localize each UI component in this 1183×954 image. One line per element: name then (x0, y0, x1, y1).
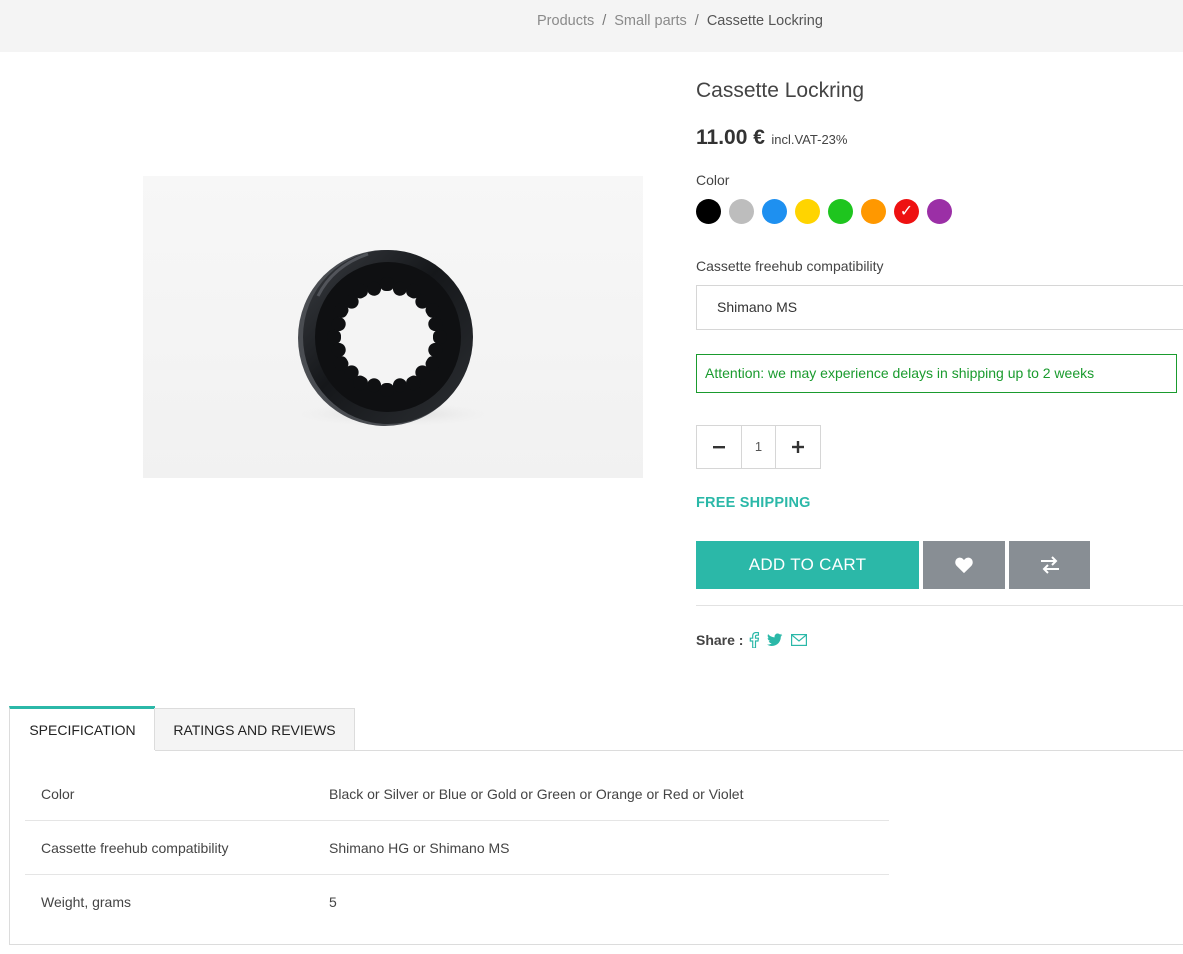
free-shipping-label: FREE SHIPPING (696, 495, 811, 511)
breadcrumb-separator: / (602, 13, 607, 29)
compat-select[interactable]: Shimano MS (696, 285, 1183, 330)
breadcrumb-link-small-parts[interactable]: Small parts (614, 13, 687, 29)
color-label: Color (696, 172, 730, 188)
spec-key: Cassette freehub compatibility (41, 839, 229, 856)
plus-icon[interactable] (776, 426, 820, 468)
quantity-input[interactable]: 1 (740, 426, 777, 468)
heart-icon (955, 557, 973, 574)
tab-specification[interactable]: SPECIFICATION (9, 706, 155, 751)
breadcrumb-separator: / (694, 13, 699, 29)
quantity-stepper: 1 (696, 425, 821, 469)
color-swatch-silver[interactable] (729, 199, 754, 224)
product-price: 11.00 € incl.VAT-23% (696, 126, 847, 150)
color-swatch-black[interactable] (696, 199, 721, 224)
breadcrumb-current: Cassette Lockring (706, 13, 823, 29)
product-title: Cassette Lockring (696, 79, 865, 102)
breadcrumb-bar: Products / Small parts / Cassette Lockring (0, 0, 1183, 52)
color-swatch-gold[interactable] (795, 199, 820, 224)
color-swatch-green[interactable] (828, 199, 853, 224)
price-amount: 11.00 € (696, 126, 765, 149)
compare-arrows-icon (1040, 556, 1059, 574)
color-swatch-violet[interactable] (927, 199, 952, 224)
lockring-image (283, 250, 503, 428)
share-label: Share : (696, 632, 744, 648)
twitter-icon[interactable] (767, 633, 783, 647)
compare-button[interactable] (1009, 541, 1090, 589)
divider (696, 605, 1183, 606)
spec-key: Color (41, 785, 75, 802)
table-row: Color Black or Silver or Blue or Gold or… (25, 767, 889, 821)
wishlist-button[interactable] (923, 541, 1005, 589)
breadcrumb-link-products[interactable]: Products (537, 13, 594, 29)
envelope-icon[interactable] (791, 634, 808, 646)
spec-value: 5 (329, 894, 337, 910)
shipping-delay-alert: Attention: we may experience delays in s… (696, 354, 1177, 393)
spec-value: Shimano HG or Shimano MS (329, 839, 510, 856)
add-to-cart-button[interactable]: ADD TO CART (696, 541, 919, 589)
table-row: Weight, grams 5 (25, 875, 889, 929)
color-swatch-blue[interactable] (762, 199, 787, 224)
spec-key: Weight, grams (41, 894, 131, 910)
vat-note: incl.VAT-23% (771, 132, 848, 147)
compat-label: Cassette freehub compatibility (696, 258, 884, 274)
tab-ratings-reviews[interactable]: RATINGS AND REVIEWS (154, 708, 355, 750)
color-swatch-orange[interactable] (861, 199, 886, 224)
color-swatches: ✓ (696, 199, 960, 224)
minus-icon[interactable] (697, 426, 741, 468)
spec-value: Black or Silver or Blue or Gold or Green… (329, 785, 744, 802)
check-icon: ✓ (899, 203, 914, 220)
breadcrumb: Products / Small parts / Cassette Lockring (537, 13, 823, 29)
specification-table: Color Black or Silver or Blue or Gold or… (25, 767, 889, 929)
share-row: Share : (696, 632, 815, 648)
product-image[interactable] (143, 176, 643, 478)
color-swatch-red[interactable]: ✓ (894, 199, 919, 224)
table-row: Cassette freehub compatibility Shimano H… (25, 821, 889, 875)
facebook-icon[interactable] (749, 632, 760, 648)
